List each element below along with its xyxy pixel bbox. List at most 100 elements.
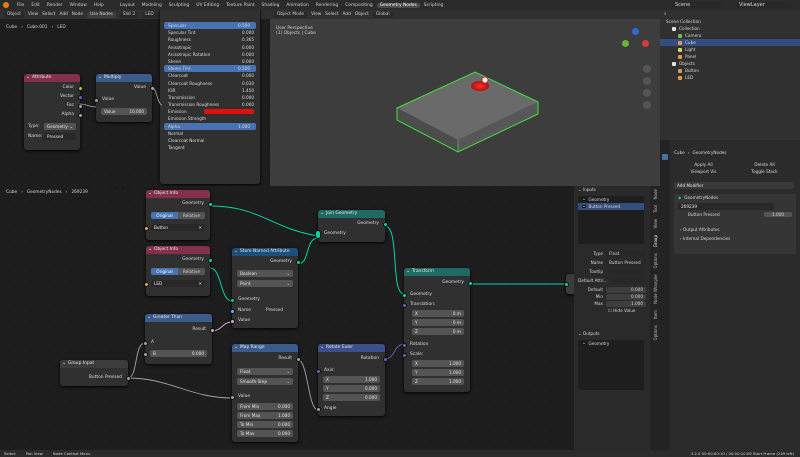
axis-component-field[interactable]: X 1.000	[323, 376, 380, 383]
geometry-node-editor[interactable]: Cube› GeometryNodes› 269239 Object Info …	[0, 186, 660, 450]
data-type-dropdown[interactable]: Boolean ⌄	[237, 270, 293, 277]
menu-add[interactable]: Add	[59, 12, 67, 17]
map-range-field[interactable]: To Max 0.060	[237, 430, 293, 437]
slot-dropdown[interactable]: Slot 2	[119, 11, 139, 18]
socket-name-in[interactable]	[229, 308, 235, 314]
3d-viewport[interactable]: Object Mode View Select Add Object Globa…	[270, 10, 660, 186]
output-attributes-section[interactable]: › Output Attributes	[680, 226, 720, 233]
join-geometry-node[interactable]: Join Geometry Geometry Geometry	[315, 209, 388, 242]
bsdf-input-row[interactable]: Clearcoat Roughness 0.030	[160, 80, 260, 87]
tab-uv-editing[interactable]: UV Editing	[193, 3, 222, 8]
tab-layout[interactable]: Layout	[117, 3, 138, 8]
input-item-geometry[interactable]: Geometry	[578, 196, 644, 203]
original-option[interactable]: Original	[151, 212, 178, 219]
attribute-node[interactable]: Attribute Color Vector Fac Alpha Type: G…	[24, 73, 83, 150]
outliner-item[interactable]: Camera	[660, 32, 800, 39]
view-layer-selector[interactable]: ViewLayer	[736, 2, 792, 8]
inputs-section-header[interactable]: ⌄ Inputs	[574, 186, 650, 193]
group-input-node[interactable]: Group Input Button Pressed	[60, 359, 131, 386]
socket-value-in[interactable]	[229, 318, 235, 324]
toggle-stack-button[interactable]: Toggle Stack	[735, 169, 794, 174]
socket-button-pressed-out[interactable]	[125, 375, 131, 381]
socket-result-out[interactable]	[209, 327, 215, 333]
bsdf-input-row[interactable]: Clearcoat 0.000	[160, 72, 260, 79]
inputs-list[interactable]: Geometry Button Pressed	[578, 196, 644, 244]
socket-axis-in[interactable]	[315, 368, 321, 374]
menu-edit[interactable]: Edit	[28, 3, 43, 8]
socket-color[interactable]	[77, 85, 83, 91]
socket-type-dropdown[interactable]: Float	[606, 250, 646, 257]
outliner-item[interactable]: Light	[660, 46, 800, 53]
socket-scale-in[interactable]	[401, 352, 407, 358]
node-group-selector[interactable]: 269239	[678, 203, 774, 210]
z-axis-icon[interactable]	[632, 28, 639, 35]
emission-strength-row[interactable]: Emission Strength	[160, 115, 260, 122]
translation-component-field[interactable]: X0 m	[412, 310, 464, 317]
internal-dependencies-section[interactable]: › Internal Dependencies	[680, 235, 730, 242]
socket-translation-in[interactable]	[401, 302, 407, 308]
socket-rotation-in[interactable]	[401, 342, 407, 348]
output-item-geometry[interactable]: Geometry	[578, 340, 644, 347]
clear-icon[interactable]: ✕	[198, 280, 202, 287]
domain-dropdown[interactable]: Point ⌄	[237, 280, 293, 287]
camera-view-icon[interactable]	[643, 89, 651, 97]
principled-bsdf-node[interactable]: Specular 0.500 Specular Tint 0.000 Roughness…	[160, 10, 260, 184]
clear-icon[interactable]: ✕	[198, 224, 202, 231]
editor-type-dropdown[interactable]: Object	[4, 11, 24, 18]
bsdf-input-row[interactable]: Roughness 0.365	[160, 36, 260, 43]
name-field[interactable]: Pressed	[44, 133, 76, 140]
tab-sculpting[interactable]: Sculpting	[166, 3, 193, 8]
tooltip-field[interactable]	[606, 268, 646, 275]
bsdf-input-row[interactable]: Transmission Roughness 0.000	[160, 101, 260, 108]
outliner[interactable]: ⌕ Scene Collection Collection Camera Cube L…	[660, 10, 800, 140]
original-option[interactable]: Original	[151, 268, 178, 275]
apply-all-button[interactable]: Apply All	[674, 162, 733, 167]
tab-node[interactable]: Node	[653, 189, 658, 199]
modifier-tab-icon[interactable]	[662, 154, 668, 160]
bsdf-input-row[interactable]: Sheen Tint 0.500	[164, 65, 256, 73]
store-named-attribute-node[interactable]: Store Named Attribute Geometry Boolean⌄ …	[229, 247, 301, 328]
bsdf-input-row[interactable]: Anisotropic Rotation 0.000	[160, 51, 260, 58]
menu-node[interactable]: Node	[72, 12, 83, 17]
socket-geometry-out[interactable]	[295, 259, 301, 265]
socket-angle-in[interactable]	[315, 406, 321, 412]
axis-component-field[interactable]: Z 0.000	[323, 394, 380, 401]
bsdf-input-row[interactable]: Transmission 0.000	[160, 94, 260, 101]
socket-result-out[interactable]	[295, 356, 301, 362]
outliner-item[interactable]: LED	[660, 74, 800, 81]
b-value-field[interactable]: B 0.000	[150, 350, 207, 357]
type-dropdown[interactable]: Geometry ⌄	[44, 123, 76, 130]
transform-space-toggle[interactable]: Original Relative	[151, 268, 205, 275]
object-field[interactable]: Button ✕	[151, 224, 205, 231]
scale-component-field[interactable]: Y 1.000	[412, 369, 464, 376]
tab-compositing[interactable]: Compositing	[342, 3, 376, 8]
y-axis-icon[interactable]	[622, 40, 629, 47]
modifier-title[interactable]: GeometryNodes	[684, 194, 718, 201]
alpha-row[interactable]: Alpha 1.000	[164, 122, 256, 130]
grid-view-icon[interactable]	[643, 101, 651, 109]
outputs-list[interactable]: Geometry	[578, 340, 644, 390]
tab-animation[interactable]: Animation	[283, 3, 311, 8]
socket-geometry-in[interactable]	[229, 297, 235, 303]
socket-name-field[interactable]: Button Pressed	[606, 259, 646, 266]
rotate-euler-node[interactable]: Rotate Euler Rotation Axis: X1.000 Y0.000…	[315, 343, 388, 416]
tab-options-2[interactable]: Options	[653, 325, 658, 340]
menu-window[interactable]: Window	[67, 3, 90, 8]
map-range-field[interactable]: From Max 1.000	[237, 412, 293, 419]
outliner-item[interactable]: Panel	[660, 53, 800, 60]
socket-geometry-in[interactable]	[401, 292, 407, 298]
viewport-vis-button[interactable]: Viewport Vis	[674, 169, 733, 174]
tab-texture-paint[interactable]: Texture Paint	[223, 3, 257, 8]
socket-group-output-geometry[interactable]	[563, 281, 569, 287]
use-nodes-toggle[interactable]: Use Nodes	[87, 11, 116, 18]
socket-rotation-out[interactable]	[382, 356, 388, 362]
hide-value-checkbox[interactable]: ☐ Hide Value	[578, 307, 646, 314]
socket-object-in[interactable]	[143, 225, 149, 231]
properties-editor[interactable]: Cube › GeometryNodes Apply All Delete All …	[660, 140, 800, 450]
tab-modeling[interactable]: Modeling	[139, 3, 165, 8]
menu-render[interactable]: Render	[44, 3, 66, 8]
delete-all-button[interactable]: Delete All	[735, 162, 794, 167]
bsdf-input-row[interactable]: Anisotropic 0.000	[160, 44, 260, 51]
tab-view[interactable]: View	[653, 219, 658, 229]
tab-scripting[interactable]: Scripting	[421, 3, 447, 8]
